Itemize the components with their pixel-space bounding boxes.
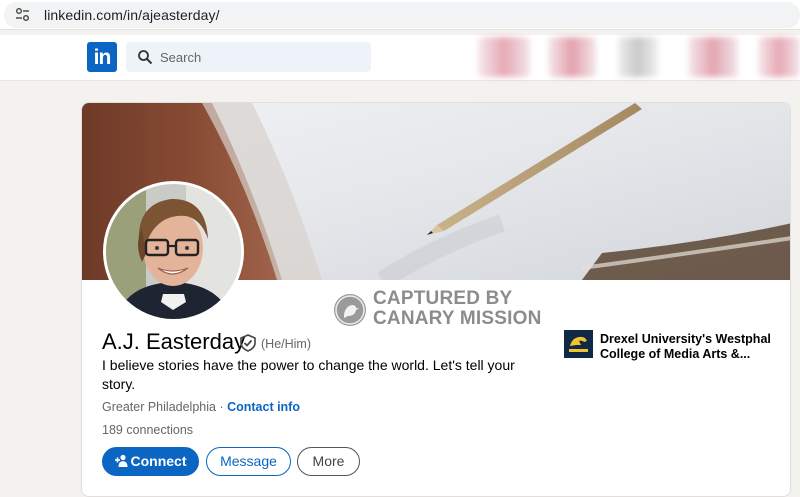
canary-mission-watermark: CAPTURED BY CANARY MISSION: [334, 289, 594, 333]
location-row: Greater Philadelphia · Contact info: [102, 400, 300, 414]
search-icon: [137, 49, 153, 65]
blurred-nav-items: [478, 37, 800, 77]
profile-headline: I believe stories have the power to chan…: [102, 357, 515, 392]
connect-button[interactable]: Connect: [102, 447, 199, 476]
more-button[interactable]: More: [297, 447, 360, 476]
search-placeholder: Search: [160, 50, 202, 65]
browser-address-bar: linkedin.com/in/ajeasterday/: [0, 0, 800, 30]
connections-count[interactable]: 189 connections: [102, 423, 193, 437]
shield-check-icon[interactable]: [239, 334, 257, 352]
linkedin-logo[interactable]: in: [87, 42, 117, 72]
drexel-dragon-icon: [564, 330, 593, 358]
profile-card: CAPTURED BY CANARY MISSION A.J. Easterda…: [81, 102, 791, 497]
watermark-line-2: CANARY MISSION: [373, 308, 542, 329]
location: Greater Philadelphia: [102, 400, 216, 414]
message-button[interactable]: Message: [206, 447, 291, 476]
watermark-text: CAPTURED BY CANARY MISSION: [373, 289, 542, 329]
url-text[interactable]: linkedin.com/in/ajeasterday/: [44, 7, 220, 23]
profile-photo[interactable]: [103, 181, 244, 322]
connect-label: Connect: [130, 453, 187, 469]
tune-icon[interactable]: [14, 6, 32, 24]
watermark-line-1: CAPTURED BY: [373, 288, 513, 309]
profile-name: A.J. Easterday: [102, 329, 246, 354]
education-item[interactable]: Drexel University's Westphal College of …: [564, 329, 784, 363]
canary-bird-icon: [334, 294, 366, 326]
location-separator: ·: [215, 400, 228, 414]
add-person-icon: [114, 449, 128, 467]
contact-info-link[interactable]: Contact info: [227, 400, 300, 414]
linkedin-nav-bar: in Search: [0, 35, 800, 81]
search-input[interactable]: Search: [126, 42, 371, 72]
education-name: Drexel University's Westphal College of …: [600, 332, 771, 361]
omnibox[interactable]: linkedin.com/in/ajeasterday/: [4, 2, 800, 28]
pronouns: (He/Him): [261, 337, 311, 351]
